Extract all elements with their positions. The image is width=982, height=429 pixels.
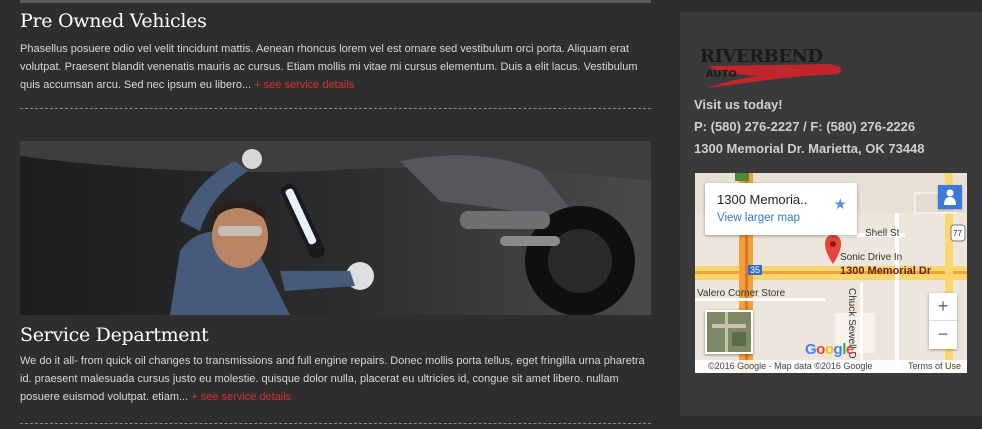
map-copyright: ©2016 Google - Map data ©2016 Google <box>708 361 873 371</box>
dashed-divider <box>20 108 651 109</box>
zoom-in-button[interactable]: + <box>929 293 957 321</box>
map-place-card: 1300 Memoria.. View larger map ★ <box>705 183 857 235</box>
section-body-service: We do it all- from quick oil changes to … <box>20 352 650 406</box>
logo-text-bottom: AUTO <box>706 69 737 80</box>
see-service-details-link[interactable]: + see service details <box>191 391 291 403</box>
section-text: We do it all- from quick oil changes to … <box>20 355 645 403</box>
previous-image-edge <box>20 0 651 3</box>
place-title: 1300 Memoria.. <box>717 192 808 207</box>
terms-of-use-link[interactable]: Terms of Use <box>908 360 961 373</box>
visit-heading: Visit us today! <box>694 97 783 112</box>
map-footer: ©2016 Google - Map data ©2016 Google Ter… <box>695 360 967 373</box>
dashed-divider <box>20 423 651 424</box>
logo-text-top: RIVERBEND <box>700 46 823 67</box>
phone-fax: P: (580) 276-2227 / F: (580) 276-2226 <box>694 119 916 134</box>
map-label-memorial: 1300 Memorial Dr <box>840 265 932 277</box>
riverbend-auto-logo[interactable]: RIVERBEND AUTO <box>698 42 848 92</box>
mechanic-photo <box>20 141 651 315</box>
map-label-sonic: Sonic Drive In <box>840 252 903 263</box>
save-star-icon[interactable]: ★ <box>834 195 847 213</box>
google-map[interactable]: 1300 Memoria.. View larger map ★ Shell S… <box>695 173 967 373</box>
view-larger-map-link[interactable]: View larger map <box>717 212 800 224</box>
map-label-valero: Valero Corner Store <box>697 288 786 299</box>
section-title-pre-owned: Pre Owned Vehicles <box>20 10 207 32</box>
satellite-toggle[interactable] <box>705 310 753 354</box>
us-route-shield: 77 <box>953 229 962 238</box>
sidebar: RIVERBEND AUTO Visit us today! P: (580) … <box>680 12 982 416</box>
section-body-pre-owned: Phasellus posuere odio vel velit tincidu… <box>20 40 650 94</box>
street-address: 1300 Memorial Dr. Marietta, OK 73448 <box>694 141 925 156</box>
see-service-details-link[interactable]: + see service details <box>254 79 354 91</box>
google-logo: Google <box>805 341 854 358</box>
interstate-shield: 35 <box>748 265 763 275</box>
street-view-pegman-icon[interactable] <box>938 185 962 209</box>
zoom-controls: + − <box>929 293 957 349</box>
map-label-shell: Shell St <box>865 228 900 239</box>
zoom-out-button[interactable]: − <box>929 321 957 349</box>
contact-info: Visit us today! P: (580) 276-2227 / F: (… <box>694 94 925 160</box>
section-title-service: Service Department <box>20 324 209 346</box>
